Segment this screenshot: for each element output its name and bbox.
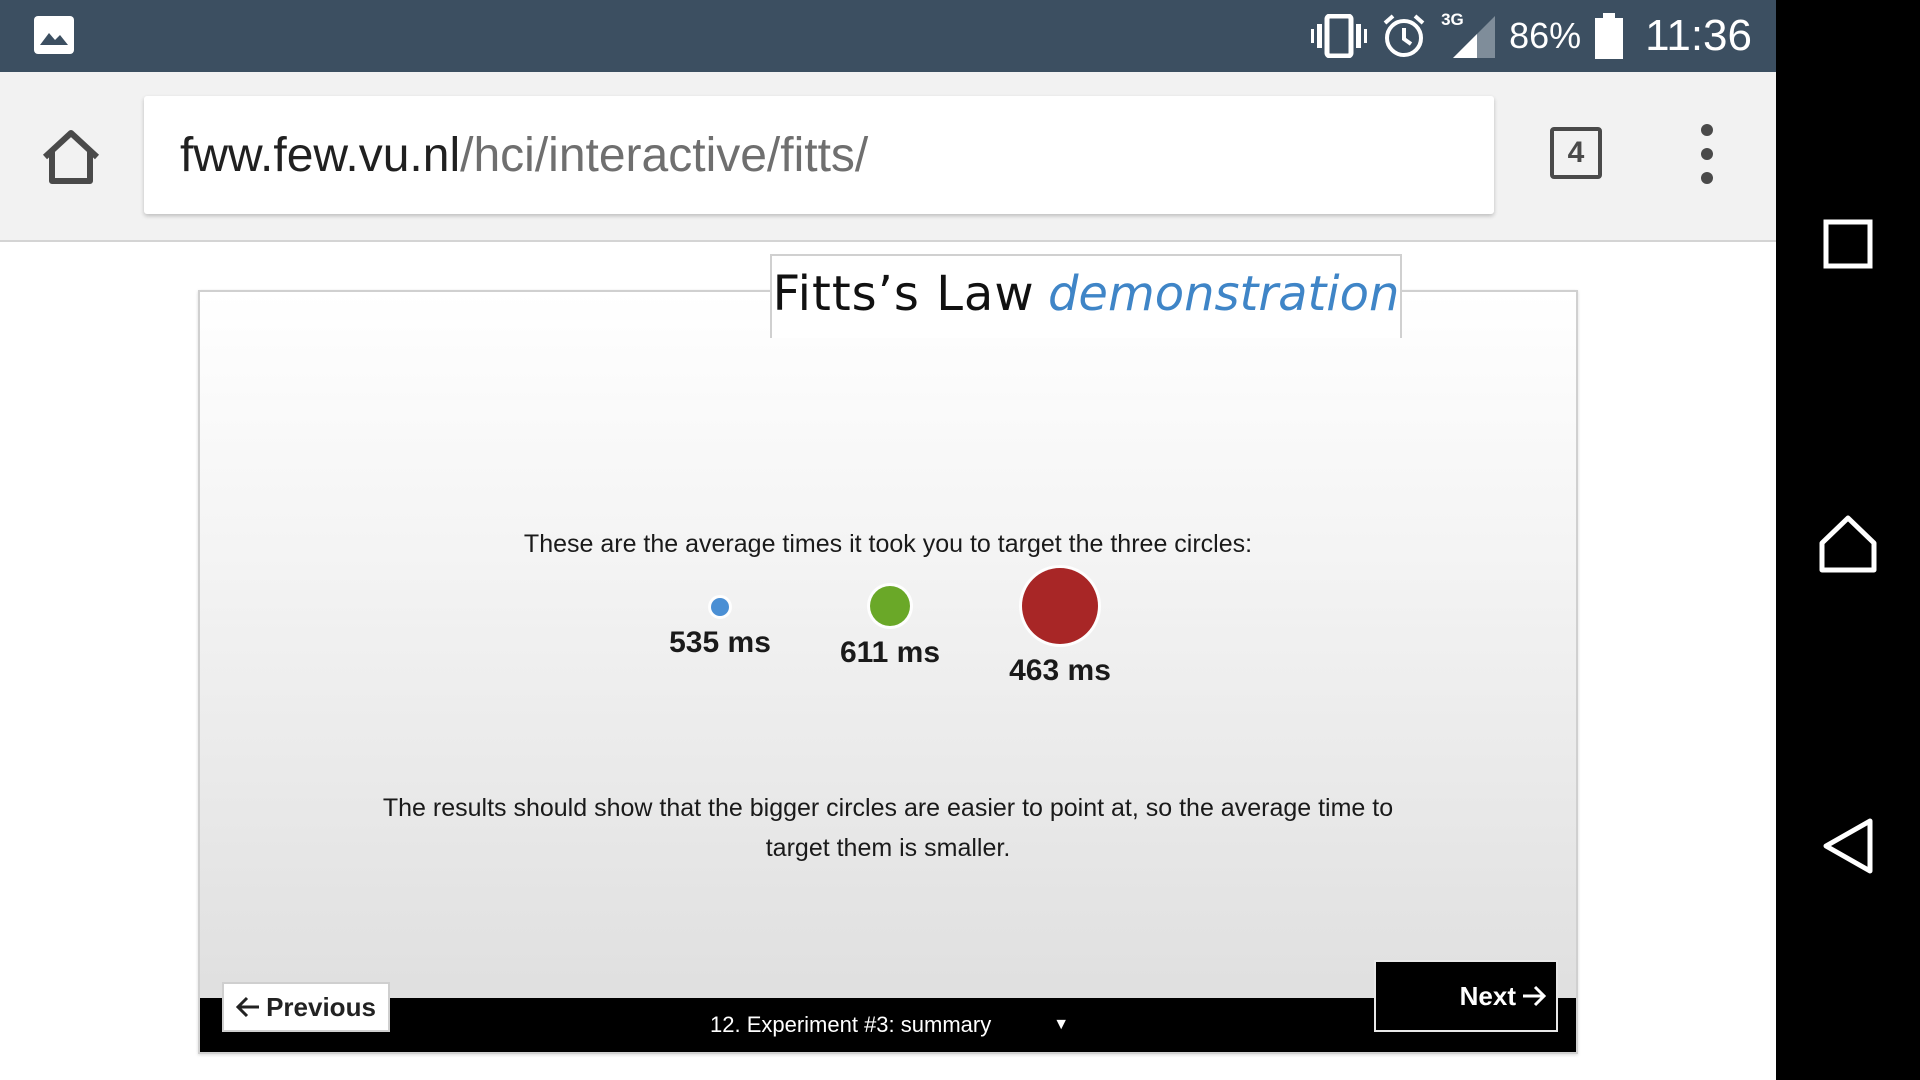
browser-toolbar: fww.few.vu.nl/hci/interactive/fitts/ 4 [0, 72, 1776, 242]
recents-button[interactable] [1812, 208, 1884, 280]
menu-dot-icon [1701, 172, 1713, 184]
arrow-left-icon [236, 996, 260, 1018]
arrow-right-icon [1523, 985, 1546, 1007]
small-circle [711, 598, 729, 616]
title-main: Fitts’s Law [772, 266, 1035, 322]
screen: 3G 86% 11:36 fww.few.vu.nl /hci/interact… [0, 0, 1920, 1080]
tab-count: 4 [1567, 136, 1585, 169]
status-icons: 3G 86% 11:36 [1311, 0, 1752, 72]
menu-dot-icon [1701, 148, 1713, 160]
demo-card: Fitts’s Law demonstration These are the … [198, 254, 1578, 1054]
system-home-button[interactable] [1812, 508, 1884, 580]
gallery-icon [34, 16, 74, 54]
system-nav-bar [1776, 0, 1920, 1080]
home-button[interactable] [38, 124, 104, 190]
back-icon [1823, 818, 1873, 874]
medium-circle [870, 586, 910, 626]
signal-icon: 3G [1441, 0, 1496, 72]
previous-label: Previous [266, 991, 376, 1022]
chapter-select[interactable]: 12. Experiment #3: summary ▼ [710, 998, 1069, 1052]
result-large: 463 ms [960, 568, 1160, 688]
previous-button[interactable]: Previous [222, 982, 390, 1032]
home-icon [1819, 515, 1877, 573]
home-icon [42, 130, 100, 184]
navigation-bar: 12. Experiment #3: summary ▼ [200, 998, 1576, 1052]
large-circle [1022, 568, 1098, 644]
status-bar: 3G 86% 11:36 [0, 0, 1776, 72]
chapter-label: 12. Experiment #3: summary [710, 1012, 992, 1037]
recents-icon [1823, 219, 1873, 269]
battery-icon [1595, 13, 1624, 59]
url-bar[interactable]: fww.few.vu.nl/hci/interactive/fitts/ [144, 96, 1494, 214]
url-domain: fww.few.vu.nl [180, 128, 461, 182]
title-accent: demonstration [1047, 266, 1400, 322]
battery-percent: 86% [1509, 15, 1582, 56]
clock: 11:36 [1645, 11, 1752, 60]
result-value: 463 ms [1009, 654, 1111, 687]
vibrate-icon [1311, 14, 1368, 58]
url-path: /hci/interactive/fitts/ [460, 128, 869, 182]
menu-dot-icon [1701, 124, 1713, 136]
back-button[interactable] [1812, 810, 1884, 882]
intro-text: These are the average times it took you … [523, 530, 1253, 558]
web-page: Fitts’s Law demonstration These are the … [0, 242, 1776, 1080]
page-title: Fitts’s Law demonstration [770, 254, 1402, 338]
alarm-icon [1381, 13, 1427, 59]
next-label: Next [1459, 980, 1516, 1011]
tab-switcher-button[interactable]: 4 [1550, 127, 1602, 179]
next-button[interactable]: Next [1374, 960, 1558, 1032]
overflow-menu-button[interactable] [1690, 124, 1724, 184]
summary-text: The results should show that the bigger … [382, 794, 1394, 862]
dropdown-caret-icon: ▼ [1053, 1016, 1070, 1033]
